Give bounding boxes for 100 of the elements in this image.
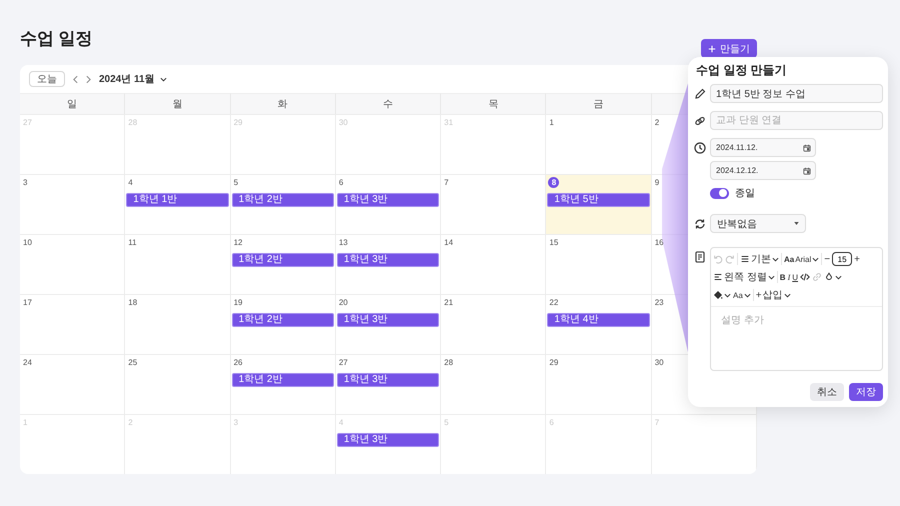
date-field[interactable]: 2024.12.12. — [710, 161, 816, 180]
weekday-header: 화 — [230, 93, 336, 114]
weekday-header: 일 — [20, 93, 126, 114]
insert-dropdown[interactable]: +삽입 — [756, 288, 791, 302]
day-number: 14 — [443, 237, 454, 248]
day-cell[interactable]: 3 — [20, 174, 126, 234]
day-cell[interactable]: 8 1학년 5반 — [546, 174, 652, 234]
clock-icon — [694, 142, 706, 154]
document-icon — [694, 251, 706, 263]
date-field[interactable]: 2024.11.12. — [710, 138, 816, 157]
event-chip[interactable]: 1학년 2반 — [232, 253, 334, 267]
day-number: 10 — [22, 237, 32, 248]
create-button[interactable]: 만들기 — [701, 39, 757, 58]
repeat-icon — [694, 218, 706, 230]
day-number: 11 — [127, 237, 137, 248]
repeat-dropdown[interactable]: 반복없음 — [710, 214, 806, 233]
decrease-size-button[interactable]: − — [824, 252, 830, 266]
day-cell[interactable]: 15 — [546, 234, 652, 294]
day-cell[interactable]: 4 1학년 1반 — [125, 174, 231, 234]
day-number: 19 — [232, 297, 242, 308]
day-cell[interactable]: 17 — [20, 294, 126, 354]
increase-size-button[interactable]: + — [854, 252, 860, 266]
day-number: 15 — [548, 237, 558, 248]
page-title: 수업 일정 — [20, 29, 93, 49]
drop-icon — [824, 272, 834, 282]
day-number: 5 — [232, 177, 238, 188]
today-button[interactable]: 오늘 — [29, 71, 65, 87]
cancel-button[interactable]: 취소 — [810, 383, 844, 401]
day-number: 29 — [548, 357, 558, 368]
day-number: 21 — [443, 297, 454, 308]
title-field[interactable]: 1학년 5반 정보 수업 — [710, 84, 883, 103]
weekday-header: 월 — [125, 93, 231, 114]
code-icon — [800, 272, 810, 282]
day-cell[interactable]: 28 — [441, 354, 546, 414]
day-cell[interactable]: 25 — [125, 354, 231, 414]
day-cell[interactable]: 5 1학년 2반 — [230, 174, 336, 234]
day-cell[interactable]: 21 — [441, 294, 546, 354]
day-number: 17 — [22, 297, 32, 308]
plus-icon — [708, 44, 716, 52]
font-dropdown[interactable]: AaArial — [784, 252, 820, 266]
day-number: 30 — [654, 357, 664, 368]
day-cell[interactable]: 11 — [125, 234, 231, 294]
previous-icon[interactable] — [73, 74, 78, 84]
description-field[interactable]: 설명 추가 — [711, 307, 882, 370]
event-chip[interactable]: 1학년 3반 — [336, 253, 440, 267]
event-chip[interactable]: 1학년 3반 — [336, 193, 440, 207]
day-number: 27 — [338, 357, 348, 368]
all-day-toggle[interactable] — [710, 188, 729, 198]
event-chip[interactable]: 1학년 4반 — [547, 313, 650, 327]
link-icon — [694, 115, 706, 127]
list-icon — [740, 254, 750, 264]
save-button[interactable]: 저장 — [849, 383, 883, 401]
event-chip[interactable]: 1학년 2반 — [232, 313, 334, 327]
day-cell[interactable]: 27 1학년 3반 — [336, 354, 442, 414]
day-cell[interactable]: 20 1학년 3반 — [336, 294, 442, 354]
align-dropdown[interactable]: 왼쪽 정렬 — [713, 270, 775, 284]
day-number: 13 — [338, 237, 348, 248]
event-chip[interactable]: 1학년 3반 — [336, 373, 440, 387]
block-style-dropdown[interactable]: 기본 — [740, 252, 779, 266]
calendar-icon — [803, 166, 811, 174]
pencil-icon — [694, 88, 706, 100]
caret-icon — [794, 222, 799, 225]
panel-title: 수업 일정 만들기 — [696, 62, 788, 79]
day-cell[interactable]: 29 — [546, 354, 652, 414]
link-field[interactable]: 교과 단원 연결 — [710, 111, 883, 130]
paint-bucket-icon — [713, 290, 723, 300]
day-cell[interactable]: 10 — [20, 234, 126, 294]
day-number: 2 — [654, 117, 660, 128]
event-chip[interactable]: 1학년 3반 — [336, 433, 440, 447]
day-cell[interactable]: 24 — [20, 354, 126, 414]
day-cell[interactable]: 22 1학년 4반 — [546, 294, 652, 354]
next-icon[interactable] — [86, 74, 91, 84]
month-dropdown[interactable]: 2024년 11월 — [99, 72, 167, 86]
font-size-field[interactable]: 15 — [832, 252, 852, 266]
weekday-header: 목 — [441, 93, 546, 114]
day-number: 22 — [548, 297, 558, 308]
underline-button[interactable]: U — [792, 270, 798, 284]
link-icon — [812, 272, 822, 282]
event-chip[interactable]: 1학년 3반 — [336, 313, 440, 327]
event-chip[interactable]: 1학년 1반 — [126, 193, 229, 207]
day-cell[interactable]: 18 — [125, 294, 231, 354]
day-cell[interactable]: 19 1학년 2반 — [230, 294, 336, 354]
day-cell[interactable]: 13 1학년 3반 — [336, 234, 442, 294]
text-case-dropdown[interactable]: Aa — [733, 288, 751, 302]
event-chip[interactable]: 1학년 2반 — [232, 193, 334, 207]
day-cell[interactable]: 14 — [441, 234, 546, 294]
day-number: 25 — [127, 357, 138, 368]
bold-button[interactable]: B — [780, 270, 786, 284]
italic-button[interactable]: I — [788, 270, 790, 284]
day-cell[interactable]: 26 1학년 2반 — [230, 354, 336, 414]
day-number: 26 — [232, 357, 242, 368]
day-cell[interactable]: 6 1학년 3반 — [336, 174, 442, 234]
calendar-icon — [803, 144, 811, 152]
day-number: 20 — [338, 297, 348, 308]
fill-color-dropdown[interactable] — [713, 288, 731, 302]
event-chip[interactable]: 1학년 2반 — [232, 373, 334, 387]
description-editor[interactable]: 기본 AaArial − 15 + 왼쪽 정렬 B I U Aa +삽입 설명 추가 — [710, 247, 883, 371]
all-day-label: 종일 — [735, 187, 755, 200]
day-cell[interactable]: 12 1학년 2반 — [230, 234, 336, 294]
event-chip[interactable]: 1학년 5반 — [547, 193, 650, 207]
